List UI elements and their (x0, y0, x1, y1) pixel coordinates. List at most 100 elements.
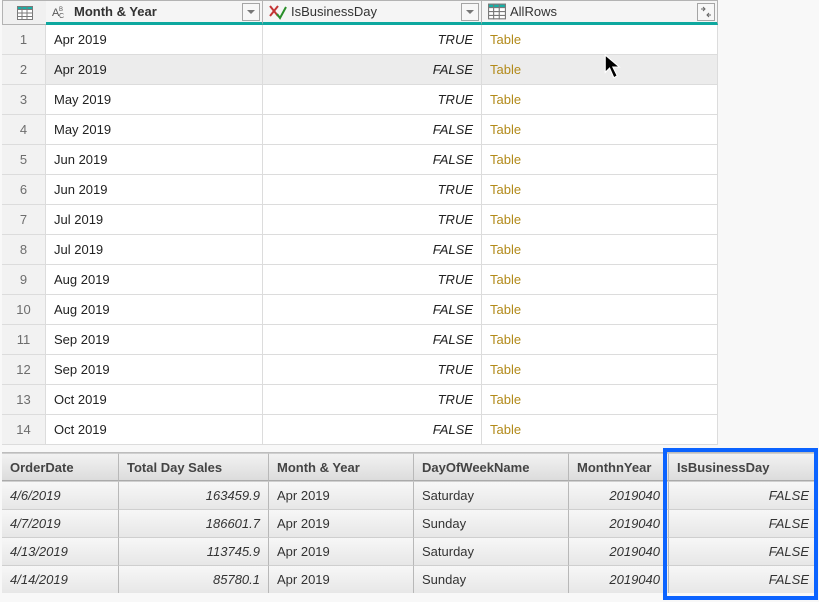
row-number: 4 (2, 115, 46, 145)
preview-cell: 2019040 (569, 509, 669, 537)
cell-biz: TRUE (263, 205, 482, 235)
preview-cell: Apr 2019 (269, 481, 414, 509)
preview-cell: Apr 2019 (269, 509, 414, 537)
cell-allrows-link[interactable]: Table (482, 295, 718, 325)
preview-cell: 4/14/2019 (2, 565, 119, 593)
cell-allrows-link[interactable]: Table (482, 265, 718, 295)
table-row[interactable]: 4 May 2019 FALSE Table (2, 115, 718, 145)
table-row[interactable]: 2 Apr 2019 FALSE Table (2, 55, 718, 85)
cell-allrows-link[interactable]: Table (482, 325, 718, 355)
table-row[interactable]: 9 Aug 2019 TRUE Table (2, 265, 718, 295)
cell-month: Oct 2019 (46, 415, 263, 445)
cell-biz: FALSE (263, 235, 482, 265)
preview-cell: 2019040 (569, 565, 669, 593)
preview-col-totaldaysales[interactable]: Total Day Sales (119, 453, 269, 481)
preview-cell: FALSE (669, 565, 818, 593)
preview-cell: Sunday (414, 565, 569, 593)
cell-biz: FALSE (263, 145, 482, 175)
table-row[interactable]: 5 Jun 2019 FALSE Table (2, 145, 718, 175)
cell-allrows-link[interactable]: Table (482, 355, 718, 385)
preview-cell: FALSE (669, 509, 818, 537)
preview-header-row: OrderDate Total Day Sales Month & Year D… (2, 453, 818, 481)
preview-cell: 4/13/2019 (2, 537, 119, 565)
table-row[interactable]: 6 Jun 2019 TRUE Table (2, 175, 718, 205)
preview-row[interactable]: 4/6/2019 163459.9 Apr 2019 Saturday 2019… (2, 481, 818, 509)
row-number: 2 (2, 55, 46, 85)
preview-cell: 4/7/2019 (2, 509, 119, 537)
row-number: 6 (2, 175, 46, 205)
cell-allrows-link[interactable]: Table (482, 415, 718, 445)
column-header-allrows[interactable]: AllRows (482, 0, 718, 25)
cell-biz: TRUE (263, 175, 482, 205)
cell-allrows-link[interactable]: Table (482, 115, 718, 145)
preview-cell: 113745.9 (119, 537, 269, 565)
cell-biz: TRUE (263, 25, 482, 55)
column-label: IsBusinessDay (287, 4, 461, 19)
row-number: 13 (2, 385, 46, 415)
svg-text:C: C (59, 13, 64, 20)
cell-biz: FALSE (263, 325, 482, 355)
row-number: 8 (2, 235, 46, 265)
table-row[interactable]: 11 Sep 2019 FALSE Table (2, 325, 718, 355)
cell-allrows-link[interactable]: Table (482, 235, 718, 265)
expand-column-button[interactable] (697, 3, 715, 21)
table-row[interactable]: 12 Sep 2019 TRUE Table (2, 355, 718, 385)
cell-month: Sep 2019 (46, 355, 263, 385)
preview-cell: FALSE (669, 481, 818, 509)
cell-biz: TRUE (263, 85, 482, 115)
preview-cell: 2019040 (569, 481, 669, 509)
row-number: 5 (2, 145, 46, 175)
cell-month: Oct 2019 (46, 385, 263, 415)
preview-cell: Saturday (414, 537, 569, 565)
cell-biz: TRUE (263, 385, 482, 415)
table-row[interactable]: 13 Oct 2019 TRUE Table (2, 385, 718, 415)
row-number: 12 (2, 355, 46, 385)
preview-cell: 163459.9 (119, 481, 269, 509)
table-row[interactable]: 7 Jul 2019 TRUE Table (2, 205, 718, 235)
cell-biz: TRUE (263, 265, 482, 295)
cell-allrows-link[interactable]: Table (482, 205, 718, 235)
grid-body: 1 Apr 2019 TRUE Table 2 Apr 2019 FALSE T… (2, 25, 718, 445)
preview-row[interactable]: 4/13/2019 113745.9 Apr 2019 Saturday 201… (2, 537, 818, 565)
cell-month: Sep 2019 (46, 325, 263, 355)
preview-row[interactable]: 4/14/2019 85780.1 Apr 2019 Sunday 201904… (2, 565, 818, 593)
filter-dropdown-button[interactable] (461, 3, 479, 21)
column-header-isbusinessday[interactable]: IsBusinessDay (263, 0, 482, 25)
column-header-month-year[interactable]: A B C Month & Year (46, 0, 263, 25)
preview-col-orderdate[interactable]: OrderDate (2, 453, 119, 481)
cell-allrows-link[interactable]: Table (482, 55, 718, 85)
cell-biz: FALSE (263, 415, 482, 445)
cell-allrows-link[interactable]: Table (482, 385, 718, 415)
cell-month: Apr 2019 (46, 25, 263, 55)
preview-col-monthyear[interactable]: Month & Year (269, 453, 414, 481)
table-row[interactable]: 10 Aug 2019 FALSE Table (2, 295, 718, 325)
preview-col-dayofweek[interactable]: DayOfWeekName (414, 453, 569, 481)
cell-month: May 2019 (46, 85, 263, 115)
preview-col-monthnyear[interactable]: MonthnYear (569, 453, 669, 481)
table-row[interactable]: 1 Apr 2019 TRUE Table (2, 25, 718, 55)
cell-month: Aug 2019 (46, 295, 263, 325)
table-row[interactable]: 3 May 2019 TRUE Table (2, 85, 718, 115)
preview-cell: Saturday (414, 481, 569, 509)
cell-biz: FALSE (263, 295, 482, 325)
preview-cell: 186601.7 (119, 509, 269, 537)
table-row[interactable]: 14 Oct 2019 FALSE Table (2, 415, 718, 445)
cell-allrows-link[interactable]: Table (482, 145, 718, 175)
preview-cell: Sunday (414, 509, 569, 537)
cell-allrows-link[interactable]: Table (482, 85, 718, 115)
table-corner-icon[interactable] (2, 0, 46, 25)
cell-allrows-link[interactable]: Table (482, 25, 718, 55)
preview-cell: 4/6/2019 (2, 481, 119, 509)
preview-row[interactable]: 4/7/2019 186601.7 Apr 2019 Sunday 201904… (2, 509, 818, 537)
table-type-icon (488, 3, 506, 20)
cell-month: Jun 2019 (46, 145, 263, 175)
table-row[interactable]: 8 Jul 2019 FALSE Table (2, 235, 718, 265)
row-number: 14 (2, 415, 46, 445)
filter-dropdown-button[interactable] (242, 3, 260, 21)
main-query-grid: A B C Month & Year IsBusinessDay (2, 0, 718, 445)
preview-col-isbusinessday[interactable]: IsBusinessDay (669, 453, 818, 481)
cell-month: Aug 2019 (46, 265, 263, 295)
cell-allrows-link[interactable]: Table (482, 175, 718, 205)
row-number: 10 (2, 295, 46, 325)
preview-pane: OrderDate Total Day Sales Month & Year D… (2, 452, 818, 593)
